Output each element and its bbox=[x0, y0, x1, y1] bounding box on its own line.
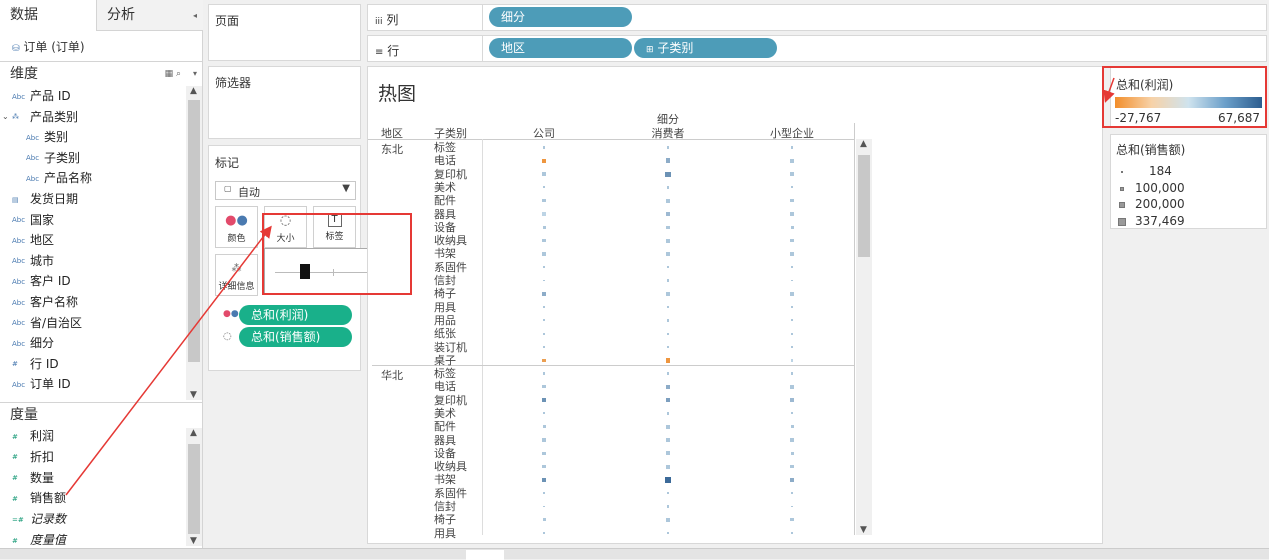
annotation-arrow-to-size bbox=[65, 225, 272, 496]
annotation-arrow-to-legend bbox=[1103, 77, 1115, 103]
sheet-tabs-bar bbox=[0, 548, 1269, 560]
annotation-arrows bbox=[65, 77, 1115, 496]
